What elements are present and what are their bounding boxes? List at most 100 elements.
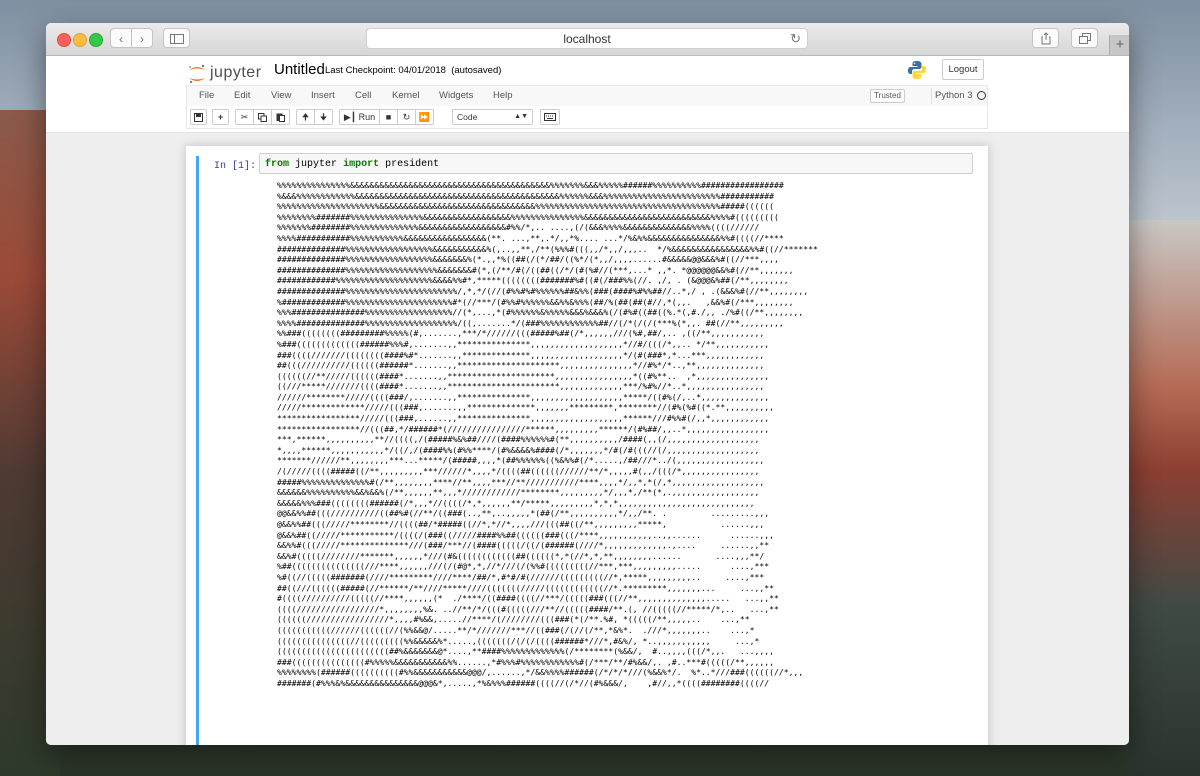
address-url: localhost <box>563 32 611 46</box>
save-button[interactable] <box>190 109 207 125</box>
menu-insert[interactable]: Insert <box>311 90 335 101</box>
move-up-button[interactable]: 🠉 <box>296 109 315 125</box>
menu-help[interactable]: Help <box>493 90 513 101</box>
output-line: (((((((((((//////((((((//(%%&&@/.....**/… <box>277 624 755 635</box>
menu-file[interactable]: File <box>199 90 214 101</box>
keyword-import: import <box>343 159 380 170</box>
cell-type-select[interactable]: Code ▲▼ <box>452 109 533 125</box>
fast-forward-icon: ⏩ <box>418 112 431 122</box>
output-line: &&&&&%%%###((((((((######(/*,,,*//((((/*… <box>277 497 755 508</box>
restart-run-all-button[interactable]: ⏩ <box>415 109 434 125</box>
output-line: @@&&%%##(((//////////((##%#(//**/((###(.… <box>277 508 770 519</box>
output-line: %##(((((((((((((((///****,,,,,,///(/(#@*… <box>277 561 770 572</box>
output-line: %%%%%%%%#######%%%%%%%%%%%%%%%&&&&&&&&&&… <box>277 211 779 222</box>
menu-view[interactable]: View <box>271 90 291 101</box>
browser-titlebar: ‹ › localhost ↻ + <box>46 23 1129 56</box>
autosave-status: (autosaved) <box>451 65 502 76</box>
menu-widgets[interactable]: Widgets <box>439 90 473 101</box>
output-line: ##(((//////////((((((######*.......,,***… <box>277 360 765 371</box>
forward-button[interactable]: › <box>131 28 153 48</box>
output-line: //////********/////((((###/,.......,,***… <box>277 391 770 402</box>
menu-cell[interactable]: Cell <box>355 90 371 101</box>
python-logo-icon <box>908 61 926 79</box>
jupyter-logo-text: jupyter <box>210 64 262 81</box>
output-line: @&&%##((/////***********/((((/(###((////… <box>277 529 775 540</box>
show-tabs-button[interactable] <box>1071 28 1098 48</box>
notebook-toolbar: + ✂ 🠉 🠋 ▶┃ Run ■ ↻ ⏩ Code ▲▼ <box>186 106 988 129</box>
minimize-window-button[interactable] <box>73 33 87 47</box>
output-line: ###((((///////((((((((####%#*.......,,**… <box>277 349 765 360</box>
selected-cell-indicator <box>196 156 199 745</box>
copy-button[interactable] <box>253 109 272 125</box>
kernel-divider <box>931 88 932 104</box>
output-line: &&%#(((((////////*******,,,,,,*///(#&(((… <box>277 550 765 561</box>
output-line: (((((((((((((((//(((((((((%%&&&&&%*.....… <box>277 635 760 646</box>
output-line: ((((/////////////////*,,,,,,,,%&. ..//**… <box>277 603 779 614</box>
cell-output: %%%%%%%%%%%%%%%&&&&&&&&&&&&&&&&&&&&&&&&&… <box>277 180 967 745</box>
keyword-from: from <box>265 159 290 170</box>
restart-button[interactable]: ↻ <box>397 109 416 125</box>
output-line: ##((///((((((#####(//******/**////*****/… <box>277 582 775 593</box>
share-button[interactable] <box>1032 28 1059 48</box>
notebook-header: jupyter Untitled Last Checkpoint: 04/01/… <box>46 56 1129 133</box>
insert-cell-button[interactable]: + <box>212 109 229 125</box>
notebook-container: In [1]: from jupyter import president %%… <box>186 146 988 745</box>
copy-icon <box>258 113 267 122</box>
fullscreen-window-button[interactable] <box>89 33 103 47</box>
code-cell-input[interactable]: from jupyter import president <box>259 153 973 174</box>
output-line: #((((//////////(((((//****,,,,,,(* ./***… <box>277 593 779 604</box>
output-line: %%###((((((((#########%%%%%(#,.......,**… <box>277 328 765 339</box>
menu-edit[interactable]: Edit <box>234 90 250 101</box>
step-forward-icon: ▶┃ <box>343 112 357 122</box>
output-line: &&%%#(((/////**************///(###/***//… <box>277 540 770 551</box>
jupyter-logo-icon <box>189 64 205 84</box>
keyboard-icon <box>544 113 556 121</box>
checkpoint-text: Last Checkpoint: 04/01/2018 <box>325 65 446 76</box>
menu-kernel[interactable]: Kernel <box>392 90 419 101</box>
output-line: %%%%%%%%%%%%%%%&&&&&&&&&&&&&&&&&&&&&&&&&… <box>277 180 784 190</box>
output-line: %#((//(((((#######(////*********////****… <box>277 571 765 582</box>
sidebar-toggle-button[interactable] <box>163 28 190 48</box>
notebook-title[interactable]: Untitled <box>274 61 325 78</box>
output-line: ((((((/////////////////*,,,,#%&&,.....//… <box>277 614 750 625</box>
module-name: jupyter <box>295 159 338 170</box>
address-bar[interactable]: localhost ↻ <box>366 28 808 49</box>
imported-name: president <box>385 159 440 170</box>
desktop-wallpaper-right <box>1128 220 1200 776</box>
run-label: Run <box>358 112 376 122</box>
output-line: %%%###############%%%%%%%%%%%%%%%%%%//(*… <box>277 307 804 318</box>
select-arrows-icon: ▲▼ <box>514 113 528 120</box>
code-line: from jupyter import president <box>265 159 439 170</box>
reload-icon[interactable]: ↻ <box>790 29 801 49</box>
sidebar-icon <box>169 34 184 44</box>
chevron-right-icon: › <box>140 32 144 46</box>
close-window-button[interactable] <box>57 33 71 47</box>
share-icon <box>1041 32 1050 45</box>
logout-button[interactable]: Logout <box>942 59 984 80</box>
arrow-down-icon: 🠋 <box>319 112 328 122</box>
output-line: ##############%%%%%%%%%%%%%%%%%%&&&&&&&%… <box>277 254 779 265</box>
output-line: %%%%###########%%%%%%%%%%%&&&&&&&&&&&&&&… <box>277 232 784 243</box>
interrupt-button[interactable]: ■ <box>379 109 398 125</box>
move-down-button[interactable]: 🠋 <box>314 109 333 125</box>
back-button[interactable]: ‹ <box>110 28 132 48</box>
output-line: #####%%%%%%%%%%%%%%#(/**,,,,,,,,****//**… <box>277 476 765 487</box>
output-line: ############%%%%%%%%%%%%%%%%%%%%&&&&%%#*… <box>277 275 789 286</box>
run-button[interactable]: ▶┃ Run <box>339 109 380 125</box>
arrow-up-icon: 🠉 <box>301 112 310 122</box>
command-palette-button[interactable] <box>540 109 560 125</box>
output-line: (((((((((((((((((((((((##%&&&&&&&@*....,… <box>277 646 775 657</box>
output-line: /(/////((((#####((/**,,,,,,,,,***//////*… <box>277 466 760 477</box>
trusted-indicator[interactable]: Trusted <box>870 89 905 103</box>
browser-window: ‹ › localhost ↻ + jupyter Untitled Last … <box>46 23 1129 745</box>
output-line: @&&%%##(((/////********//((((##/*#####((… <box>277 519 765 529</box>
checkpoint-status: Last Checkpoint: 04/01/2018 (autosaved) <box>325 65 501 76</box>
output-line: *****************//(((##,*/######*(/////… <box>277 423 770 434</box>
cut-button[interactable]: ✂ <box>235 109 254 125</box>
new-tab-button[interactable]: + <box>1109 35 1129 55</box>
output-line: ***,******,,,,,,,,,,**//((((,/(#####%&%#… <box>277 434 760 445</box>
output-line: %%%%##############%%%%%%%%%%%%%%%%%%%/((… <box>277 317 784 328</box>
output-line: %%%%%%%%%%%%%%%%%%%%%&&&&&&&&&&&&&&&&&&&… <box>277 201 775 212</box>
output-line: *****************/////(((###,......,,***… <box>277 413 770 424</box>
paste-button[interactable] <box>271 109 290 125</box>
